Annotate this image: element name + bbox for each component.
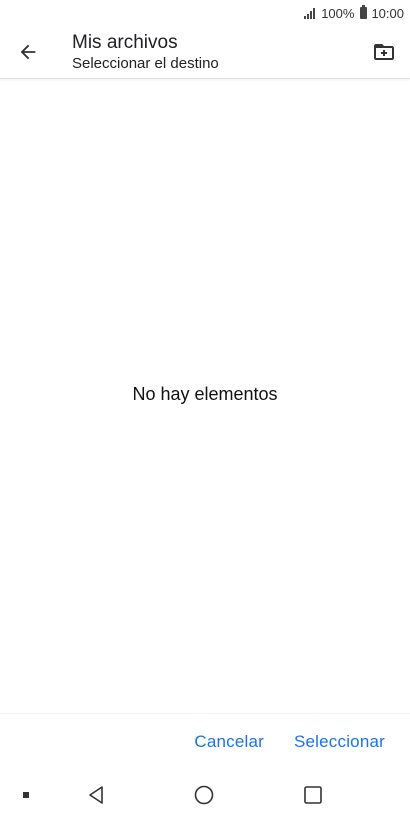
screen: 100% 10:00 Mis archivos Seleccionar el d… <box>0 0 410 820</box>
select-button[interactable]: Seleccionar <box>294 732 385 752</box>
page-subtitle: Seleccionar el destino <box>72 55 219 72</box>
square-recents-icon <box>304 786 322 804</box>
nav-back-button[interactable] <box>83 782 109 808</box>
page-title: Mis archivos <box>72 32 178 53</box>
circle-home-icon <box>194 785 214 805</box>
empty-message: No hay elementos <box>132 384 278 404</box>
status-time: 10:00 <box>371 5 404 21</box>
create-new-folder-icon <box>374 44 394 60</box>
triangle-back-icon <box>89 786 103 804</box>
dot-icon <box>23 792 29 798</box>
title-block: Mis archivos Seleccionar el destino <box>72 31 219 73</box>
signal-icon <box>304 7 316 19</box>
nav-home-button[interactable] <box>191 782 217 808</box>
nav-recents-button[interactable] <box>300 782 326 808</box>
action-footer: Cancelar Seleccionar <box>0 713 410 770</box>
arrow-back-icon <box>20 44 36 60</box>
app-bar: Mis archivos Seleccionar el destino <box>0 26 410 79</box>
new-folder-button[interactable] <box>366 34 402 70</box>
cancel-button[interactable]: Cancelar <box>194 732 264 752</box>
nav-dot-button[interactable] <box>13 782 39 808</box>
battery-percent: 100% <box>321 5 355 21</box>
status-bar: 100% 10:00 <box>0 0 410 26</box>
battery-icon <box>360 5 368 19</box>
navigation-bar <box>0 770 410 820</box>
back-button[interactable] <box>10 34 46 70</box>
